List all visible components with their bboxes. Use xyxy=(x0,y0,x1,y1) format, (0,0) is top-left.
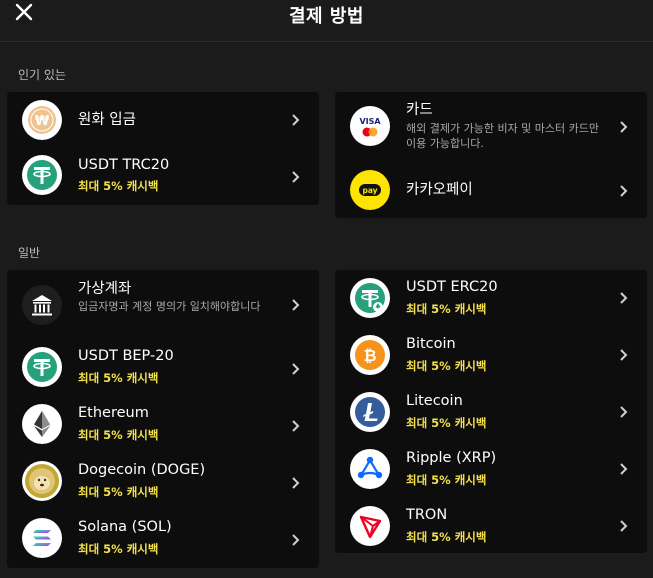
visa-text: VISA xyxy=(359,117,381,126)
visa-mastercard-icon: VISA xyxy=(350,106,390,146)
method-litecoin[interactable]: Litecoin 최대 5% 캐시백 xyxy=(335,384,647,441)
cashback-label: 최대 5% 캐시백 xyxy=(406,473,487,487)
method-kakaopay[interactable]: pay 카카오페이 xyxy=(335,160,647,217)
method-usdt-erc20[interactable]: USDT ERC20 최대 5% 캐시백 xyxy=(335,270,647,327)
method-name: Bitcoin xyxy=(406,336,456,352)
popular-card-left: ₩ 원화 입금 USDT TRC20 최대 5% 캐시백 xyxy=(7,92,319,205)
method-bitcoin[interactable]: ₿ Bitcoin 최대 5% 캐시백 xyxy=(335,327,647,384)
method-ripple[interactable]: Ripple (XRP) 최대 5% 캐시백 xyxy=(335,441,647,498)
method-usdt-bep20[interactable]: USDT BEP-20 최대 5% 캐시백 xyxy=(7,339,319,396)
litecoin-icon xyxy=(350,392,390,432)
chevron-right-icon xyxy=(620,185,628,197)
svg-text:₩: ₩ xyxy=(35,114,50,129)
cashback-label: 최대 5% 캐시백 xyxy=(78,542,159,556)
method-virtual-account[interactable]: 가상계좌 입금자명과 계정 명의가 일치해야합니다 xyxy=(7,270,319,339)
chevron-right-icon xyxy=(620,292,628,304)
method-usdt-trc20[interactable]: USDT TRC20 최대 5% 캐시백 xyxy=(7,149,319,206)
chevron-right-icon xyxy=(620,463,628,475)
method-name: 카드 xyxy=(406,102,433,118)
method-desc: 입금자명과 계정 명의가 일치해야합니다 xyxy=(78,300,261,313)
cashback-label: 최대 5% 캐시백 xyxy=(406,416,487,430)
method-name: 원화 입금 xyxy=(78,112,136,128)
solana-icon xyxy=(22,518,62,558)
general-card-right: USDT ERC20 최대 5% 캐시백 ₿ Bitcoin 최대 5% 캐시백… xyxy=(335,270,647,553)
cashback-label: 최대 5% 캐시백 xyxy=(78,179,159,193)
method-name: Solana (SOL) xyxy=(78,519,172,535)
tether-icon xyxy=(22,155,62,195)
method-solana[interactable]: Solana (SOL) 최대 5% 캐시백 xyxy=(7,510,319,567)
section-label-general: 일반 xyxy=(18,246,41,260)
method-card[interactable]: VISA 카드 해외 결제가 가능한 비자 및 마스터 카드만 이용 가능합니다… xyxy=(335,92,647,160)
dogecoin-icon xyxy=(22,461,62,501)
ethereum-icon xyxy=(22,404,62,444)
section-label-popular: 인기 있는 xyxy=(18,68,66,82)
cashback-label: 최대 5% 캐시백 xyxy=(406,359,487,373)
chevron-right-icon xyxy=(292,114,300,126)
chevron-right-icon xyxy=(620,520,628,532)
ripple-icon xyxy=(350,449,390,489)
chevron-right-icon xyxy=(620,349,628,361)
bitcoin-icon: ₿ xyxy=(350,335,390,375)
chevron-right-icon xyxy=(620,121,628,133)
chevron-right-icon xyxy=(620,406,628,418)
method-desc: 해외 결제가 가능한 비자 및 마스터 카드만 이용 가능합니다. xyxy=(406,122,600,150)
chevron-right-icon xyxy=(292,420,300,432)
method-won-deposit[interactable]: ₩ 원화 입금 xyxy=(7,92,319,149)
kakaopay-icon: pay xyxy=(350,170,390,210)
general-card-left: 가상계좌 입금자명과 계정 명의가 일치해야합니다 USDT BEP-20 최대… xyxy=(7,270,319,568)
method-name: 카카오페이 xyxy=(406,182,473,198)
method-name: 가상계좌 xyxy=(78,281,132,297)
cashback-label: 최대 5% 캐시백 xyxy=(78,428,159,442)
cashback-label: 최대 5% 캐시백 xyxy=(78,371,159,385)
page-title: 결제 방법 xyxy=(288,6,364,27)
chevron-right-icon xyxy=(292,171,300,183)
chevron-right-icon xyxy=(292,363,300,375)
method-name: USDT TRC20 xyxy=(78,157,170,173)
cashback-label: 최대 5% 캐시백 xyxy=(406,530,487,544)
method-name: Litecoin xyxy=(406,393,463,409)
method-name: USDT ERC20 xyxy=(406,279,498,295)
svg-text:₿: ₿ xyxy=(363,346,376,365)
method-name: Ripple (XRP) xyxy=(406,450,497,466)
kakaopay-badge: pay xyxy=(362,186,377,195)
tether-icon xyxy=(22,347,62,387)
method-name: Dogecoin (DOGE) xyxy=(78,462,206,478)
method-name: Ethereum xyxy=(78,405,149,421)
popular-card-right: VISA 카드 해외 결제가 가능한 비자 및 마스터 카드만 이용 가능합니다… xyxy=(335,92,647,218)
method-dogecoin[interactable]: Dogecoin (DOGE) 최대 5% 캐시백 xyxy=(7,453,319,510)
chevron-right-icon xyxy=(292,534,300,546)
cashback-label: 최대 5% 캐시백 xyxy=(406,302,487,316)
method-name: TRON xyxy=(406,507,448,523)
chevron-right-icon xyxy=(292,299,300,311)
method-tron[interactable]: TRON 최대 5% 캐시백 xyxy=(335,498,647,555)
won-coin-icon: ₩ xyxy=(22,100,62,140)
tether-erc20-icon xyxy=(350,278,390,318)
method-name: USDT BEP-20 xyxy=(78,348,174,364)
method-ethereum[interactable]: Ethereum 최대 5% 캐시백 xyxy=(7,396,319,453)
tron-icon xyxy=(350,506,390,546)
header: 결제 방법 xyxy=(0,0,653,42)
chevron-right-icon xyxy=(292,477,300,489)
bank-icon xyxy=(22,285,62,325)
cashback-label: 최대 5% 캐시백 xyxy=(78,485,159,499)
